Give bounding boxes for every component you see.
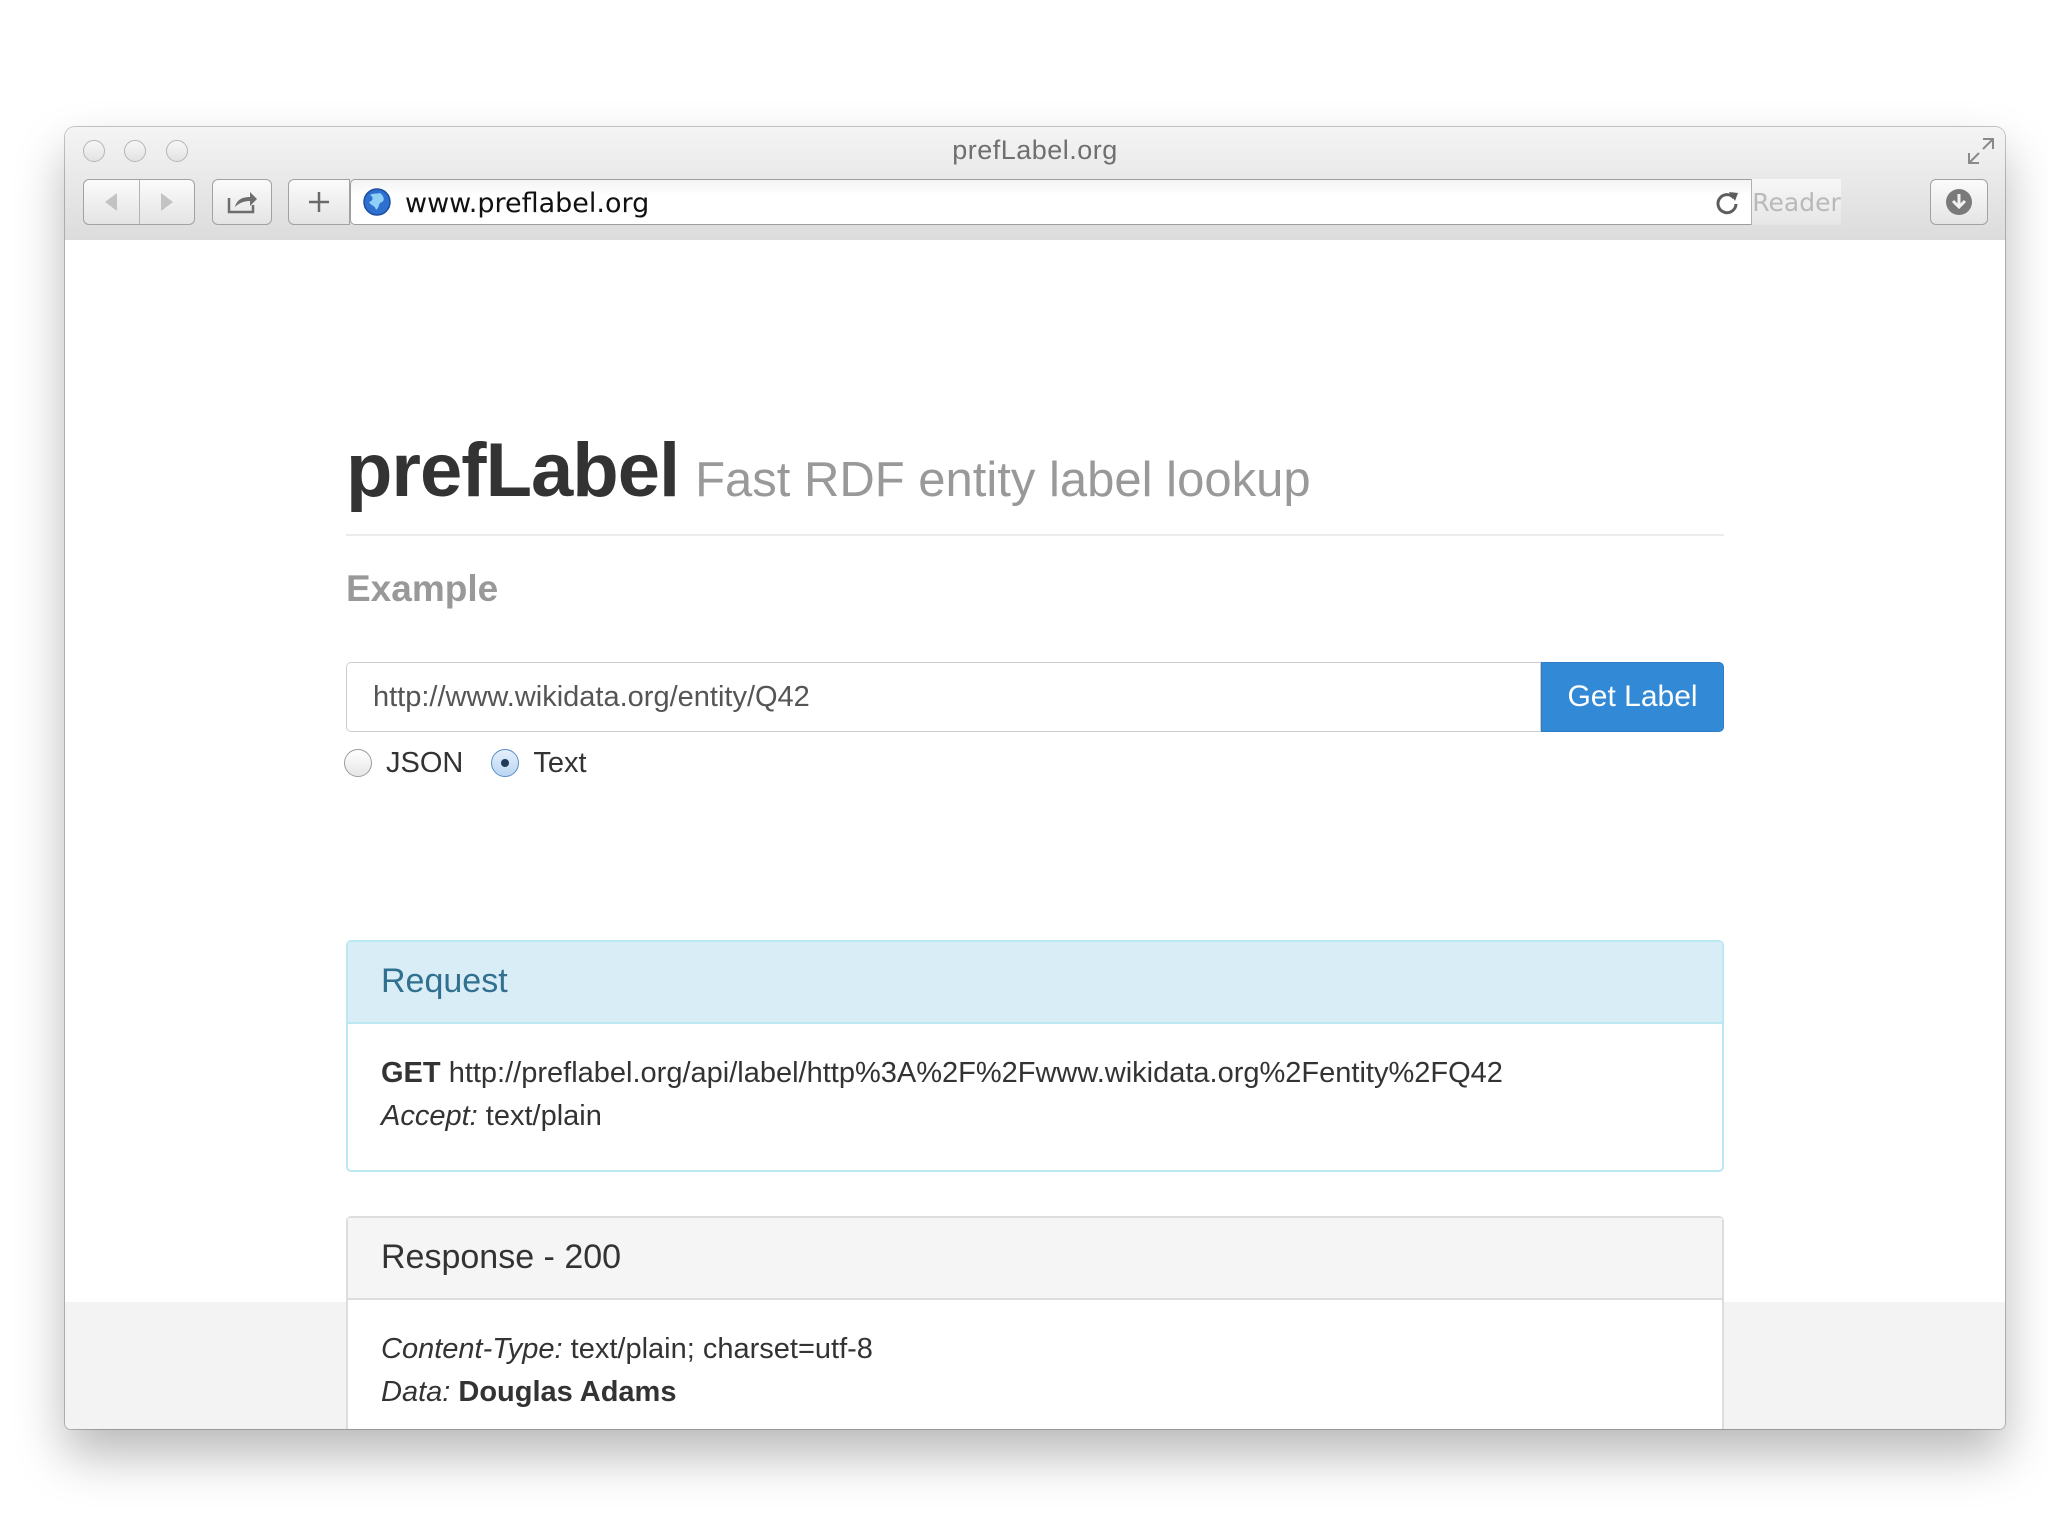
address-text[interactable]: www.preflabel.org — [405, 188, 649, 219]
share-icon — [227, 192, 257, 214]
browser-toolbar: prefLabel.org www.preflabel.org Reader — [65, 127, 2005, 241]
browser-window: prefLabel.org www.preflabel.org Reader p… — [65, 127, 2005, 1429]
address-bar[interactable]: www.preflabel.org Reader — [350, 179, 1841, 225]
forward-arrow-icon — [160, 193, 173, 211]
request-panel-body: GET http://preflabel.org/api/label/http%… — [381, 1052, 1503, 1138]
request-panel-heading: Request — [348, 942, 1722, 1024]
data-key: Data: — [381, 1376, 451, 1408]
response-panel: Response - 200 Content-Type: text/plain;… — [346, 1216, 1724, 1429]
tagline: Fast RDF entity label lookup — [695, 453, 1311, 507]
example-heading: Example — [346, 568, 499, 609]
response-panel-body: Content-Type: text/plain; charset=utf-8 … — [381, 1328, 873, 1414]
content-type-value: text/plain; charset=utf-8 — [570, 1333, 873, 1365]
page-title: prefLabel Fast RDF entity label lookup — [346, 427, 1311, 514]
downloads-button[interactable] — [1930, 179, 1988, 225]
back-arrow-icon — [105, 193, 118, 211]
globe-icon — [363, 188, 391, 216]
brand-title: prefLabel — [346, 428, 680, 513]
text-radio[interactable] — [491, 749, 520, 777]
back-button[interactable] — [84, 180, 140, 224]
divider — [346, 534, 1724, 536]
download-icon — [1946, 189, 1972, 215]
plus-icon — [309, 192, 329, 212]
get-label-button[interactable]: Get Label — [1541, 662, 1724, 732]
format-selector: JSON Text — [344, 743, 615, 783]
share-button[interactable] — [212, 179, 272, 225]
data-value: Douglas Adams — [458, 1376, 677, 1408]
response-panel-heading: Response - 200 — [348, 1218, 1722, 1300]
back-forward-group — [83, 179, 195, 225]
new-tab-button[interactable] — [288, 179, 350, 225]
json-radio[interactable] — [344, 749, 372, 777]
response-title: Response - 200 — [381, 1238, 622, 1276]
entity-url-input[interactable] — [346, 662, 1541, 732]
text-radio-label[interactable]: Text — [533, 747, 586, 780]
request-method: GET — [381, 1057, 441, 1089]
request-url: http://preflabel.org/api/label/http%3A%2… — [448, 1057, 1503, 1089]
window-title: prefLabel.org — [952, 135, 1118, 165]
accept-header-key: Accept: — [381, 1100, 478, 1132]
request-panel: Request GET http://preflabel.org/api/lab… — [346, 940, 1724, 1172]
accept-header-value: text/plain — [485, 1100, 602, 1132]
reader-button[interactable]: Reader — [1751, 179, 1841, 225]
request-title: Request — [381, 962, 508, 1000]
json-radio-label[interactable]: JSON — [386, 747, 463, 780]
reader-label: Reader — [1752, 187, 1841, 217]
forward-button[interactable] — [140, 180, 195, 224]
fullscreen-icon[interactable] — [1965, 135, 1997, 167]
reload-icon[interactable] — [1713, 189, 1741, 217]
content-type-key: Content-Type: — [381, 1333, 563, 1365]
